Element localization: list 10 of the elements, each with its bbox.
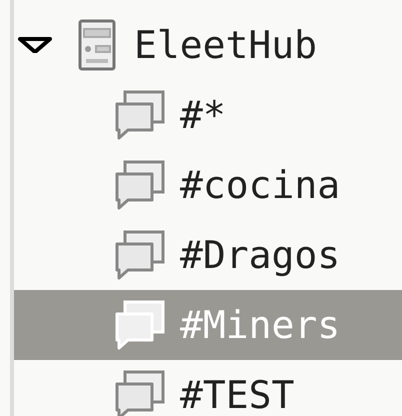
tree-item[interactable]: #cocina [14, 150, 402, 220]
chat-bubbles-icon [114, 230, 166, 280]
chat-bubbles-icon [114, 160, 166, 210]
tree-item[interactable]: EleetHub [14, 10, 402, 80]
chat-bubbles-icon [114, 90, 166, 140]
tree-item[interactable]: #TEST [14, 360, 402, 416]
expand-arrow-icon[interactable] [18, 37, 52, 53]
tree-item[interactable]: #* [14, 80, 402, 150]
chat-bubbles-icon [114, 300, 166, 350]
tree-item[interactable]: #Dragos [14, 220, 402, 290]
